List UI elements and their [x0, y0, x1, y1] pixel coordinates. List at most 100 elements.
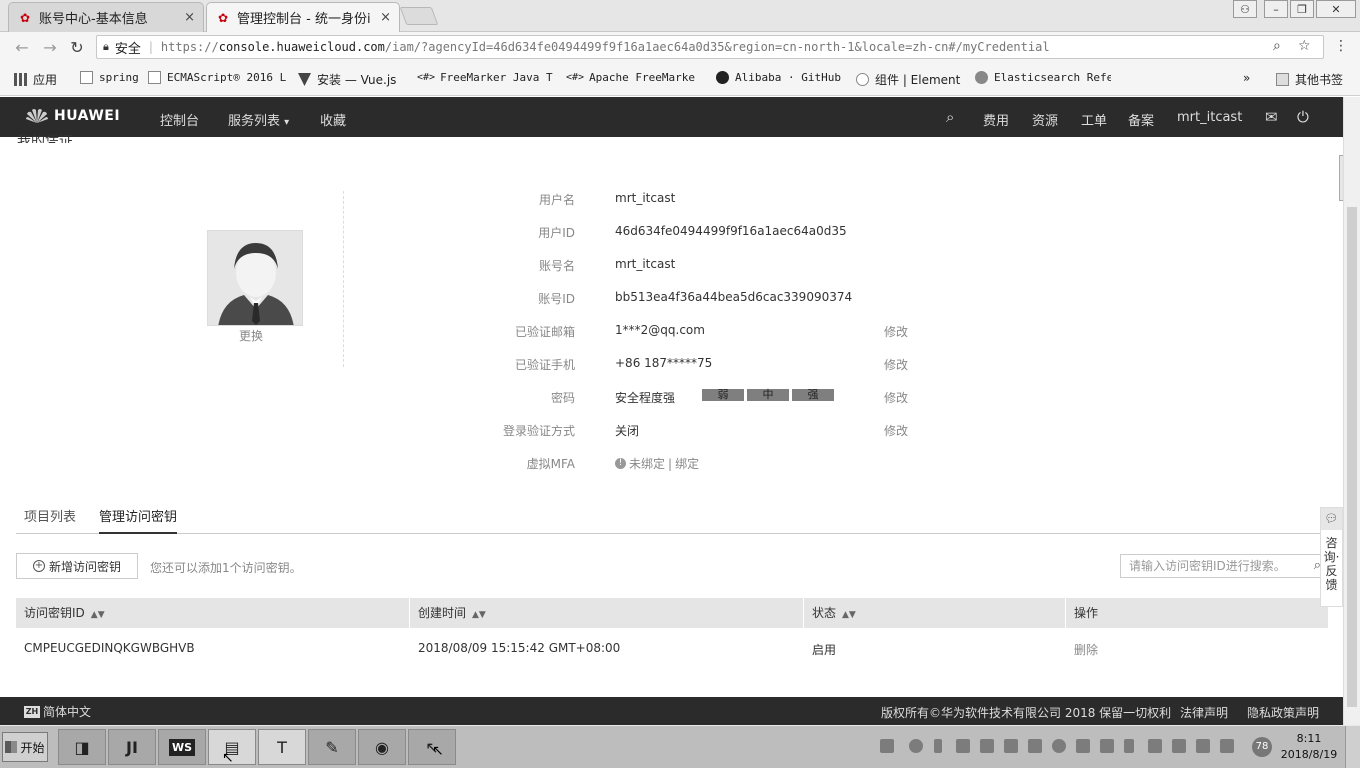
email-value: 1***2@qq.com [615, 323, 705, 337]
field-label: 用户ID [538, 226, 575, 240]
content-tabs: 项目列表 管理访问密钥 [16, 509, 1328, 534]
nav-favorites[interactable]: 收藏 [320, 110, 346, 129]
bookmark-vue[interactable]: 安装 — Vue.js [298, 71, 408, 88]
bookmarks-more-icon[interactable]: » [1243, 71, 1250, 85]
back-icon[interactable]: ← [12, 37, 32, 57]
nav-resources[interactable]: 资源 [1032, 110, 1058, 129]
tray-icon[interactable] [956, 739, 970, 753]
strength-strong: 强 [792, 389, 834, 401]
status-badge[interactable]: 78 [1252, 737, 1272, 757]
add-access-key-button[interactable]: + 新增访问密钥 [16, 553, 138, 579]
page-title: 我的凭证 [17, 134, 73, 143]
mail-icon[interactable]: ✉ [1265, 108, 1278, 126]
edit-password-link[interactable]: 修改 [884, 389, 908, 406]
profile-icon[interactable]: ⚇ [1233, 0, 1257, 18]
new-tab-button[interactable] [399, 7, 439, 25]
power-icon[interactable]: ⏻ [1297, 108, 1309, 126]
tray-icon[interactable] [980, 739, 994, 753]
nav-billing[interactable]: 费用 [983, 110, 1009, 129]
taskbar-app-webstorm[interactable]: WS [158, 729, 206, 765]
close-tab-icon[interactable]: × [184, 10, 195, 25]
taskbar-app-intellij[interactable]: JI [108, 729, 156, 765]
field-label: 登录验证方式 [502, 424, 575, 438]
bookmark-elasticsearch[interactable]: Elasticsearch Refe [975, 71, 1111, 84]
user-menu[interactable]: mrt_itcast [1177, 110, 1242, 125]
url-input[interactable]: 🔒︎ 安全 | https:// console.huaweicloud.com… [96, 35, 1324, 59]
bookmark-alibaba-github[interactable]: Alibaba · GitHub [716, 71, 846, 84]
bookmarks-bar: 应用 spring ECMAScript® 2016 L 安装 — Vue.js… [0, 63, 1360, 96]
privacy-link[interactable]: 隐私政策声明 [1247, 704, 1319, 721]
huawei-logo[interactable]: HUAWEI [26, 108, 120, 124]
change-avatar-link[interactable]: 更换 [239, 327, 263, 344]
office-icon: ◨ [74, 737, 90, 757]
nav-filing[interactable]: 备案 [1128, 110, 1154, 129]
feedback-widget[interactable]: 💬︎ 咨询·反馈 [1320, 507, 1343, 607]
bluetooth-tray-icon[interactable] [1124, 739, 1134, 753]
bind-mfa-link[interactable]: 绑定 [675, 455, 699, 472]
nav-console[interactable]: 控制台 [160, 110, 199, 129]
password-strength-value: 安全程度强 [615, 391, 676, 405]
bookmark-ecmascript[interactable]: ECMAScript® 2016 L [148, 71, 290, 84]
tray-icon[interactable] [1052, 739, 1066, 753]
tab-project-list[interactable]: 项目列表 [24, 509, 76, 534]
tray-expand-icon[interactable] [934, 739, 942, 753]
nvidia-tray-icon[interactable] [1076, 739, 1090, 753]
volume-tray-icon[interactable] [1196, 739, 1210, 753]
bookmark-element[interactable]: 组件 | Element [856, 71, 966, 88]
delete-key-link[interactable]: 删除 [1074, 641, 1098, 658]
keyboard-tray-icon[interactable] [880, 739, 894, 753]
edit-phone-link[interactable]: 修改 [884, 356, 908, 373]
show-desktop-button[interactable] [1345, 726, 1360, 768]
scrollbar-thumb[interactable] [1347, 207, 1357, 707]
column-header-created[interactable]: 创建时间 ▲▼ [410, 598, 804, 628]
start-button[interactable]: 开始 [2, 732, 48, 762]
tray-icon[interactable] [1148, 739, 1162, 753]
browser-tab-console[interactable]: ✿ 管理控制台 - 统一身份i × [206, 2, 400, 32]
taskbar-app-tool[interactable]: ✎ [308, 729, 356, 765]
phone-value: +86 187*****75 [615, 356, 713, 370]
page-scrollbar[interactable] [1343, 97, 1360, 725]
legal-link[interactable]: 法律声明 [1180, 704, 1228, 721]
help-tray-icon[interactable] [909, 739, 923, 753]
column-header-status[interactable]: 状态 ▲▼ [804, 598, 1066, 628]
tray-icon[interactable] [1028, 739, 1042, 753]
taskbar-app-chrome[interactable]: ◉ [358, 729, 406, 765]
minimize-icon[interactable]: – [1264, 0, 1288, 18]
search-icon[interactable]: ⌕ [946, 108, 954, 126]
forward-icon[interactable]: → [40, 37, 60, 57]
usb-tray-icon[interactable] [1172, 739, 1186, 753]
edit-login-verification-link[interactable]: 修改 [884, 422, 908, 439]
bookmark-apps[interactable]: 应用 [14, 71, 57, 88]
bookmark-star-icon[interactable]: ☆ [1298, 38, 1311, 54]
bookmark-freemarker-java[interactable]: <#> FreeMarker Java Te [417, 71, 553, 84]
avatar[interactable] [207, 230, 303, 326]
reload-icon[interactable]: ↻ [67, 37, 87, 57]
tray-icon[interactable] [1004, 739, 1018, 753]
taskbar-app-office[interactable]: ◨ [58, 729, 106, 765]
tab-access-keys[interactable]: 管理访问密钥 [99, 509, 178, 534]
nav-tickets[interactable]: 工单 [1081, 110, 1107, 129]
column-header-key-id[interactable]: 访问密钥ID ▲▼ [16, 598, 410, 628]
edit-email-link[interactable]: 修改 [884, 323, 908, 340]
menu-icon[interactable]: ⋮ [1334, 38, 1348, 54]
zoom-search-icon[interactable]: ⌕ [1273, 38, 1281, 54]
bookmark-apache-freemarker[interactable]: <#> Apache FreeMarker [566, 71, 696, 84]
vue-logo-icon [298, 73, 311, 86]
user-id-value: 46d634fe0494499f9f16a1aec64a0d35 [615, 224, 847, 238]
sort-icon: ▲▼ [842, 610, 856, 620]
system-clock[interactable]: 8:11 2018/8/19 [1280, 731, 1338, 763]
nav-service-list[interactable]: 服务列表 ▾ [228, 110, 289, 129]
close-tab-icon[interactable]: × [380, 10, 391, 25]
tray-icon[interactable] [1100, 739, 1114, 753]
network-tray-icon[interactable] [1220, 739, 1234, 753]
bookmark-other-folder[interactable]: 其他书签 [1276, 71, 1343, 88]
language-switcher[interactable]: ZH 简体中文 [24, 703, 91, 720]
browser-tab-account[interactable]: ✿ 账号中心-基本信息 × [8, 2, 204, 32]
close-window-icon[interactable]: ✕ [1316, 0, 1356, 18]
freemarker-icon: <#> [566, 72, 585, 83]
access-key-search-input[interactable] [1121, 555, 1301, 577]
restore-icon[interactable]: ❐ [1290, 0, 1314, 18]
clock-date: 2018/8/19 [1280, 748, 1338, 761]
taskbar-app-typora[interactable]: T [258, 729, 306, 765]
bookmark-spring[interactable]: spring [80, 71, 138, 84]
